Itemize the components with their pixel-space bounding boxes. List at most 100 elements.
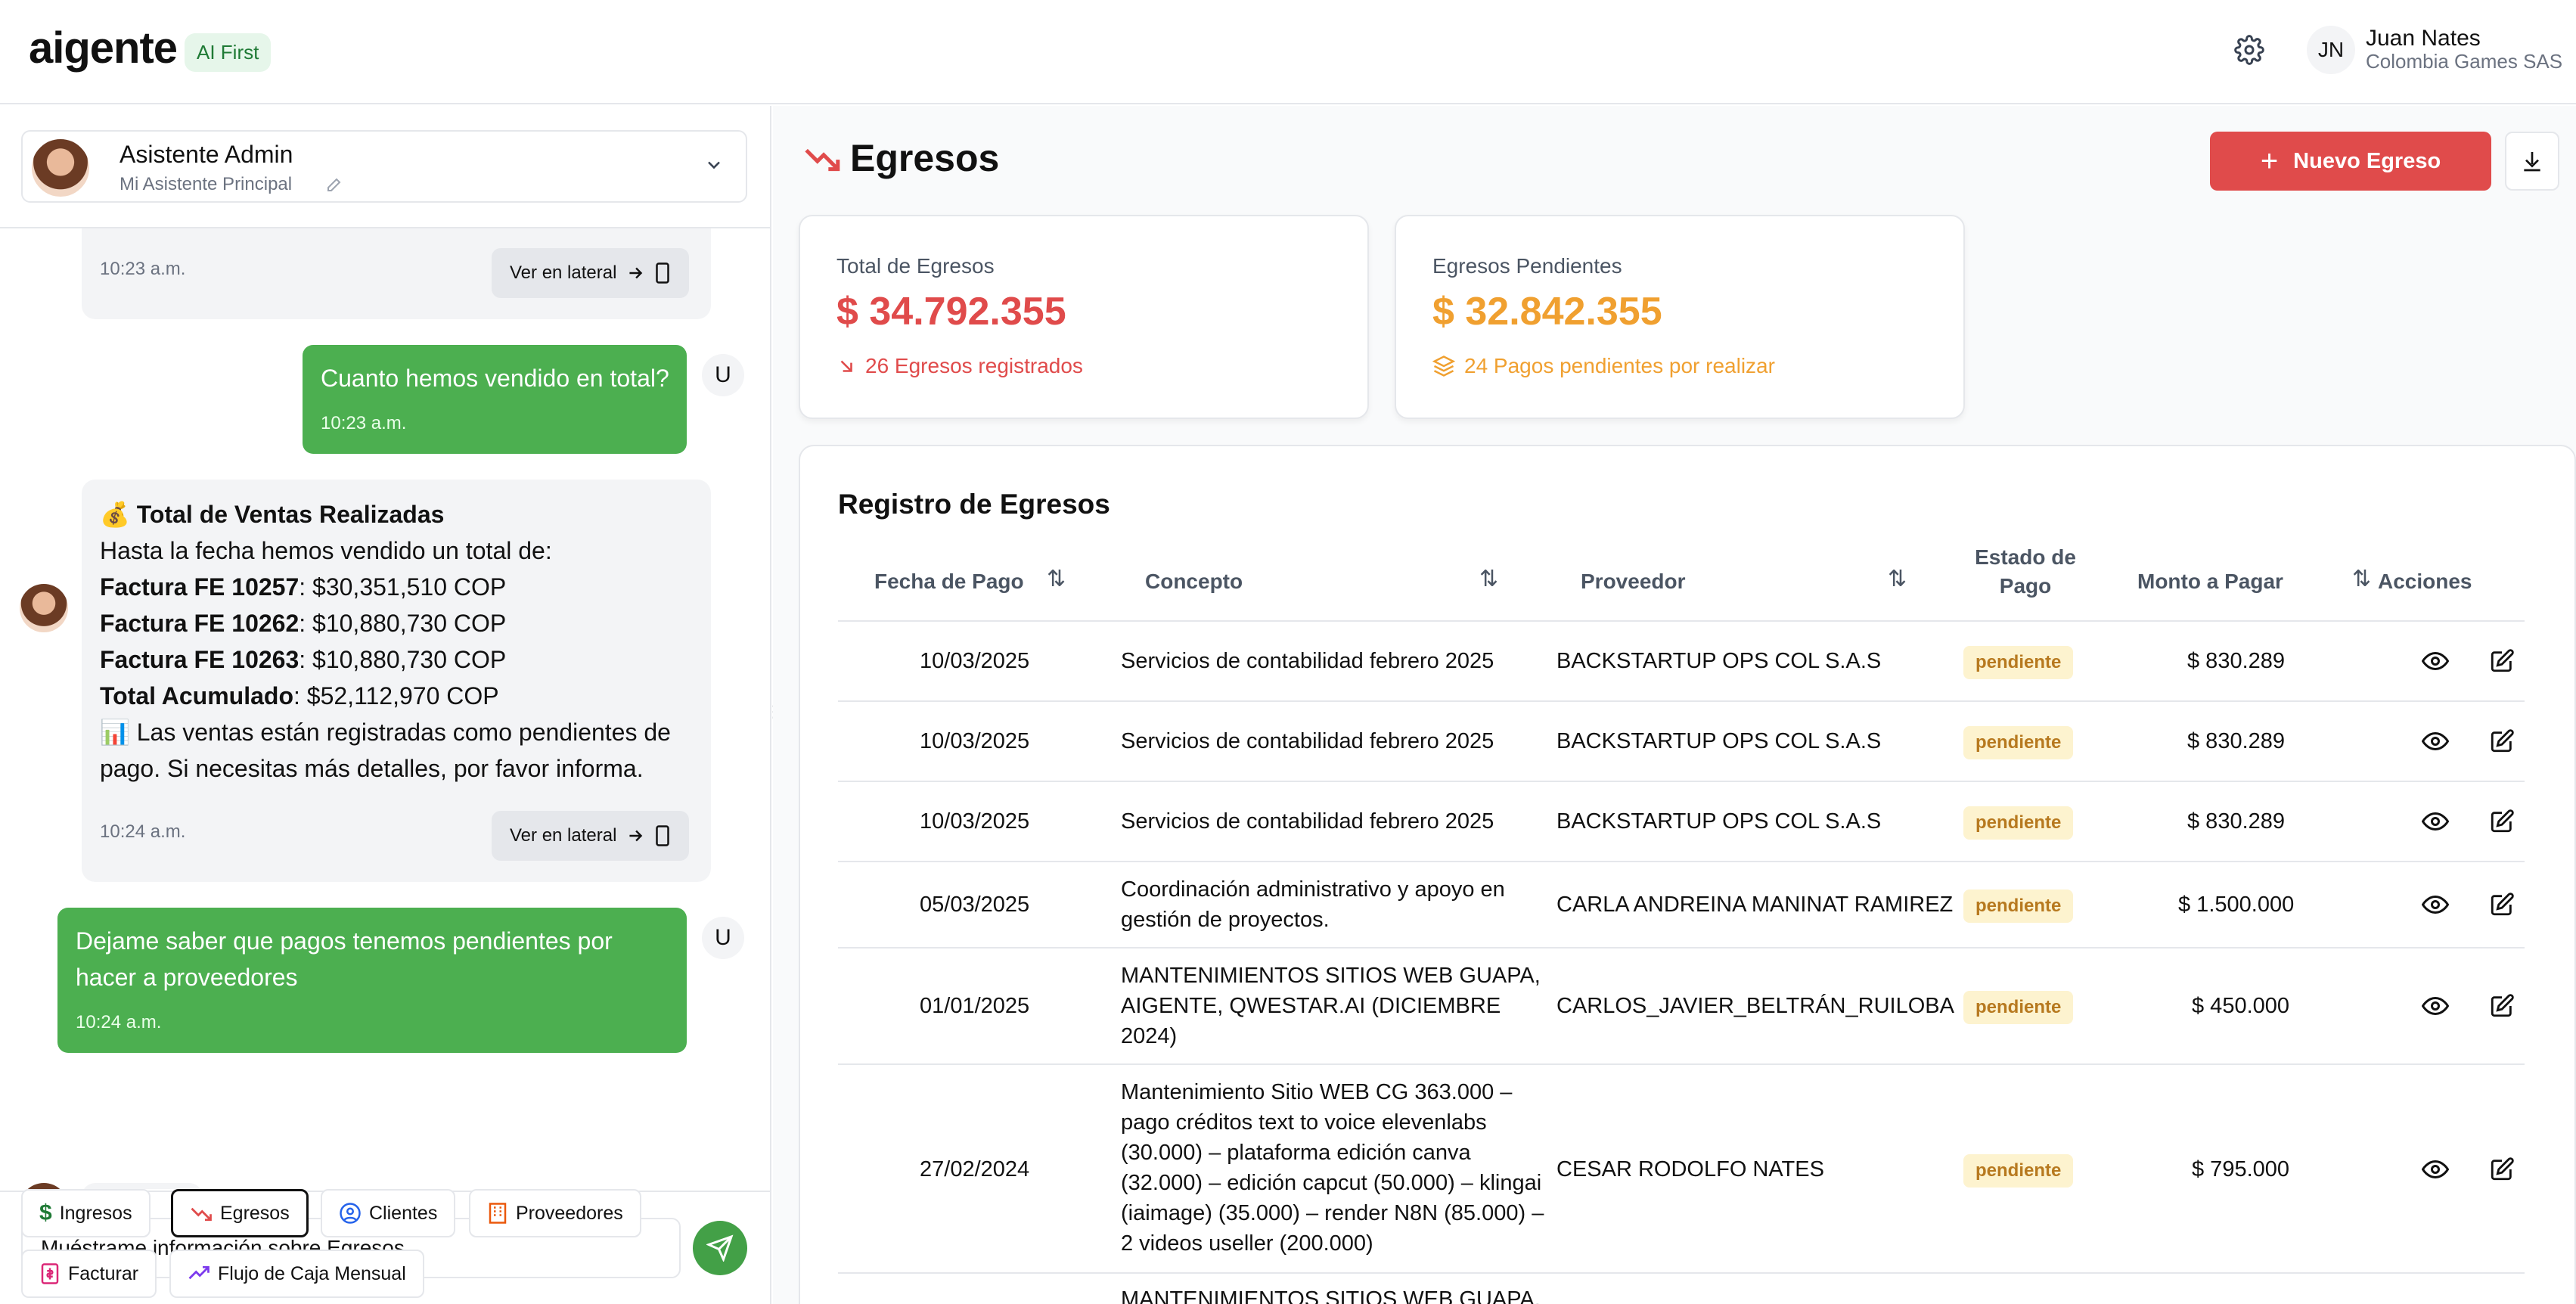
cell-monto: $ 450.000 [2192,994,2290,1018]
stat-label: Egresos Pendientes [1432,254,1622,278]
status-badge: pendiente [1963,991,2074,1024]
cell-concepto: Servicios de contabilidad febrero 2025 [1121,809,1494,834]
eye-icon[interactable] [2420,806,2450,837]
chip-facturar[interactable]: Facturar [21,1250,157,1298]
invoice-line: Factura FE 10262: $10,880,730 COP [100,610,507,637]
header-estado: Estado de Pago [1975,545,2076,598]
dollar-icon: $ [39,1200,52,1225]
cell-fecha: 01/01/2025 [920,994,1030,1018]
user-avatar-badge: U [702,354,744,396]
download-button[interactable] [2505,132,2559,191]
table-row: 10/03/2025 Servicios de contabilidad feb… [838,702,2525,782]
assistant-selector[interactable]: Asistente Admin Mi Asistente Principal [21,130,747,203]
view-side-button[interactable]: Ver en lateral [492,248,690,298]
status-badge: pendiente [1963,726,2074,759]
assistant-avatar [30,138,91,198]
sort-icon[interactable]: ⇅ [1479,566,1498,592]
phone-icon [656,825,670,846]
edit-icon[interactable] [2487,806,2517,837]
cell-fecha: 10/03/2025 [920,809,1030,834]
new-egreso-button[interactable]: + Nuevo Egreso [2210,132,2491,191]
chip-flujo-de-caja[interactable]: Flujo de Caja Mensual [169,1250,424,1298]
status-badge: pendiente [1963,646,2074,679]
download-icon [2524,152,2540,172]
arrow-right-icon [629,830,643,842]
send-icon [706,1234,734,1262]
message-time: 10:23 a.m. [100,259,186,279]
table-row: 10/03/2025 Servicios de contabilidad feb… [838,782,2525,862]
arrow-right-icon [629,267,643,279]
message-footer: pago. Si necesitas más detalles, por fav… [100,755,644,782]
header-concepto[interactable]: Concepto [1145,567,1243,596]
eye-icon[interactable] [2420,1154,2450,1184]
sort-icon[interactable]: ⇅ [2352,566,2371,592]
eye-icon[interactable] [2420,890,2450,920]
eye-icon[interactable] [2420,726,2450,756]
header-fecha[interactable]: Fecha de Pago [874,567,1024,596]
chip-egresos[interactable]: Egresos [171,1189,309,1237]
cell-proveedor: BACKSTARTUP OPS COL S.A.S [1556,729,1882,753]
message-footer: 📊 Las ventas están registradas como pend… [100,719,671,746]
edit-icon[interactable] [2487,991,2517,1021]
edit-icon[interactable] [2487,1154,2517,1184]
user-message: Dejame saber que pagos tenemos pendiente… [57,908,687,1053]
chevron-down-icon[interactable] [703,154,725,181]
assistant-avatar [20,584,68,632]
cell-concepto: Servicios de contabilidad febrero 2025 [1121,729,1494,753]
header-proveedor[interactable]: Proveedor [1581,567,1686,596]
table-row: 05/03/2025 Coordinación administrativo y… [838,862,2525,949]
send-button[interactable] [693,1221,747,1275]
phone-icon [656,262,670,284]
cell-monto: $ 830.289 [2187,809,2286,834]
message-time: 10:24 a.m. [76,1012,162,1032]
assistant-subtitle: Mi Asistente Principal [119,174,293,194]
trend-down-icon [805,148,840,172]
sort-icon[interactable]: ⇅ [1888,566,1907,592]
app-logo[interactable]: aigente [29,23,178,73]
eye-icon[interactable] [2420,991,2450,1021]
sort-icon[interactable]: ⇅ [1047,566,1066,592]
header-monto[interactable]: Monto a Pagar [2137,567,2283,596]
user-circle-icon [340,1203,361,1224]
table-title: Registro de Egresos [838,489,1110,520]
view-side-button[interactable]: Ver en lateral [492,811,690,861]
header-acciones: Acciones [2378,570,2472,593]
cell-fecha: 10/03/2025 [920,649,1030,673]
view-side-label: Ver en lateral [510,262,617,283]
message-text: Dejame saber que pagos tenemos pendiente… [76,927,613,991]
cell-concepto: MANTENIMIENTOS SITIOS WEB GUAPA, AIGENTE… [1121,964,1541,1048]
stat-note: 26 Egresos registrados [836,354,1083,378]
user-avatar[interactable]: JN [2307,26,2355,74]
cell-monto: $ 795.000 [2192,1157,2290,1181]
ai-message: 💰 Total de Ventas Realizadas Hasta la fe… [82,480,711,882]
cell-proveedor: CESAR RODOLFO NATES [1556,1157,1824,1181]
assistant-panel: Asistente Admin Mi Asistente Principal 1… [0,106,771,1304]
eye-icon[interactable] [2420,646,2450,676]
edit-icon[interactable] [2487,726,2517,756]
chip-clientes[interactable]: Clientes [321,1189,456,1237]
stat-value: $ 34.792.355 [836,290,1066,334]
invoice-line: Factura FE 10263: $10,880,730 COP [100,646,507,673]
table-row: 27/02/2024 Mantenimiento Sitio WEB CG 36… [838,1065,2525,1274]
stat-note: 24 Pagos pendientes por realizar [1432,354,1775,378]
edit-icon[interactable] [2487,646,2517,676]
ai-message [82,1183,203,1189]
building-icon [489,1203,507,1224]
cell-proveedor: CARLA ANDREINA MANINAT RAMIREZ [1556,893,1954,917]
cell-concepto: Coordinación administrativo y apoyo en g… [1121,877,1505,932]
stat-label: Total de Egresos [836,254,995,278]
chat-history[interactable]: 10:23 a.m. Ver en lateral Cuanto hemos v… [0,228,770,1189]
edit-icon[interactable] [2487,890,2517,920]
assistant-name: Asistente Admin [119,141,293,168]
status-badge: pendiente [1963,806,2074,840]
message-time: 10:23 a.m. [321,413,407,433]
cell-fecha: 10/03/2025 [920,729,1030,753]
status-badge: pendiente [1963,1154,2074,1188]
chip-ingresos[interactable]: $ Ingresos [21,1189,151,1237]
chip-proveedores[interactable]: Proveedores [469,1189,641,1237]
stat-value: $ 32.842.355 [1432,290,1662,334]
gear-icon[interactable] [2234,35,2264,65]
ai-first-badge: AI First [185,33,272,72]
user-avatar-badge: U [702,917,744,959]
pencil-icon[interactable] [325,175,343,198]
